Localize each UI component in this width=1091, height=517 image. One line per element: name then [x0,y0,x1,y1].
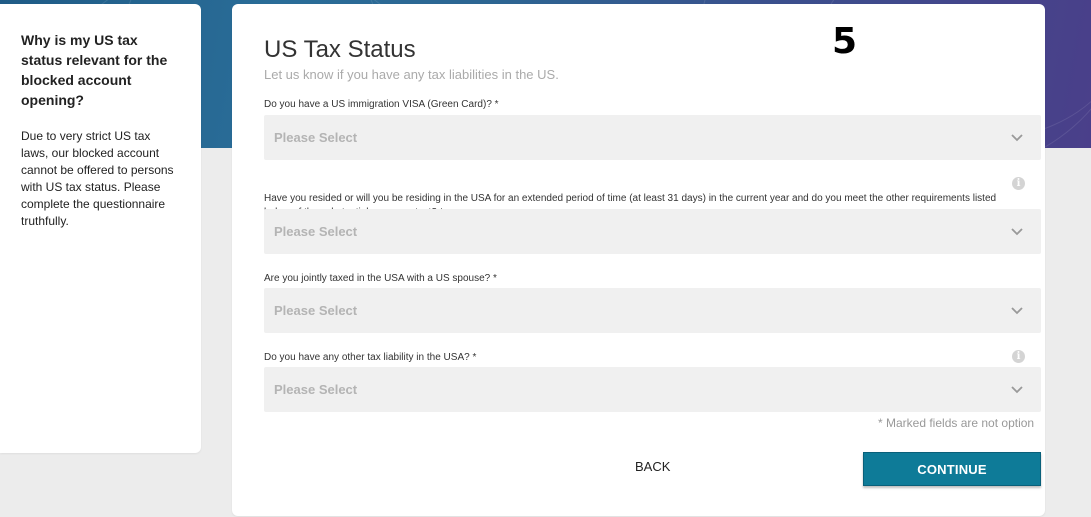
page-title: US Tax Status [264,36,416,63]
page-subtitle: Let us know if you have any tax liabilit… [264,67,559,82]
tax-status-form: 5 US Tax Status Let us know if you have … [232,4,1045,516]
required-fields-note: * Marked fields are not option [878,416,1035,430]
select-value: Please Select [274,130,358,145]
question-label-joint-tax: Are you jointly taxed in the USA with a … [264,273,497,284]
help-sidebar: Why is my US tax status relevant for the… [0,4,201,453]
help-text: Due to very strict US tax laws, our bloc… [21,129,174,228]
substantial-presence-select[interactable]: Please Select [264,209,1041,254]
chevron-down-icon [1011,305,1023,317]
step-marker: 5 [832,21,858,62]
select-value: Please Select [274,382,358,397]
info-icon[interactable]: i [1012,177,1025,190]
help-heading: Why is my US tax status relevant for the… [21,32,168,108]
other-liability-select[interactable]: Please Select [264,367,1041,412]
chevron-down-icon [1011,226,1023,238]
back-button[interactable]: BACK [635,459,670,474]
continue-button[interactable]: CONTINUE [863,452,1041,486]
question-label-green-card: Do you have a US immigration VISA (Green… [264,99,499,110]
question-label-other-liability: Do you have any other tax liability in t… [264,352,477,363]
chevron-down-icon [1011,384,1023,396]
select-value: Please Select [274,224,358,239]
select-value: Please Select [274,303,358,318]
green-card-select[interactable]: Please Select [264,115,1041,160]
chevron-down-icon [1011,132,1023,144]
joint-tax-select[interactable]: Please Select [264,288,1041,333]
